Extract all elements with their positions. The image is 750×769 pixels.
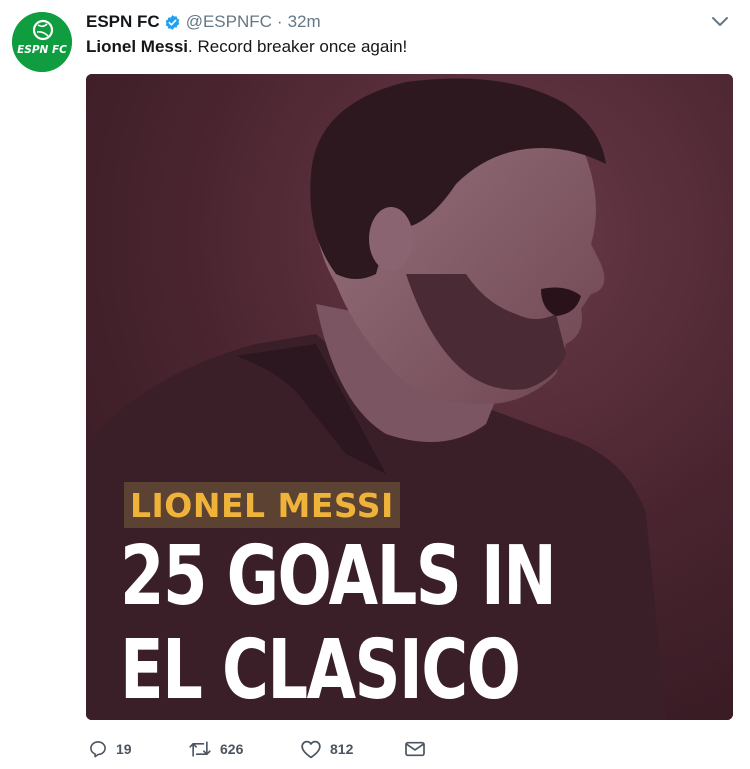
reply-icon bbox=[90, 741, 106, 758]
tweet-actions: 19 626 812 bbox=[88, 736, 426, 762]
tweet-text: Lionel Messi. Record breaker once again! bbox=[86, 37, 407, 57]
reply-button[interactable]: 19 bbox=[88, 736, 188, 762]
like-button[interactable]: 812 bbox=[300, 736, 404, 762]
retweet-count: 626 bbox=[220, 741, 244, 757]
avatar-logo-text: ESPN FC bbox=[17, 44, 67, 56]
espn-fc-avatar[interactable]: ESPN FC bbox=[12, 12, 72, 72]
display-name[interactable]: ESPN FC bbox=[86, 12, 160, 32]
headline-line-2: EL CLASICO bbox=[120, 623, 521, 718]
separator-dot: · bbox=[276, 12, 283, 31]
reply-count: 19 bbox=[116, 741, 132, 757]
banner-text: LIONEL MESSI bbox=[130, 485, 394, 525]
tweet-text-rest: . Record breaker once again! bbox=[188, 37, 408, 56]
tweet: ESPN FC ESPN FC @ESPNFC · 32m Lionel Mes… bbox=[0, 0, 750, 769]
verified-badge-icon bbox=[165, 14, 180, 30]
handle[interactable]: @ESPNFC bbox=[186, 12, 272, 32]
chevron-down-icon[interactable] bbox=[710, 14, 730, 30]
media-image[interactable]: LIONEL MESSI 25 GOALS IN EL CLASICO bbox=[86, 74, 733, 720]
name-banner: LIONEL MESSI bbox=[124, 482, 400, 528]
timestamp[interactable]: 32m bbox=[288, 12, 321, 32]
direct-message-button[interactable] bbox=[404, 736, 426, 762]
tweet-text-bold: Lionel Messi bbox=[86, 37, 189, 56]
tweet-header: ESPN FC @ESPNFC · 32m bbox=[86, 11, 321, 33]
retweet-icon bbox=[189, 741, 211, 757]
headline: 25 GOALS IN EL CLASICO bbox=[120, 529, 557, 718]
envelope-icon bbox=[405, 741, 425, 757]
espn-fc-logo-icon: ESPN FC bbox=[12, 12, 72, 72]
heart-icon bbox=[301, 740, 321, 759]
headline-line-1: 25 GOALS IN bbox=[120, 529, 557, 624]
like-count: 812 bbox=[330, 741, 354, 757]
retweet-button[interactable]: 626 bbox=[188, 736, 300, 762]
